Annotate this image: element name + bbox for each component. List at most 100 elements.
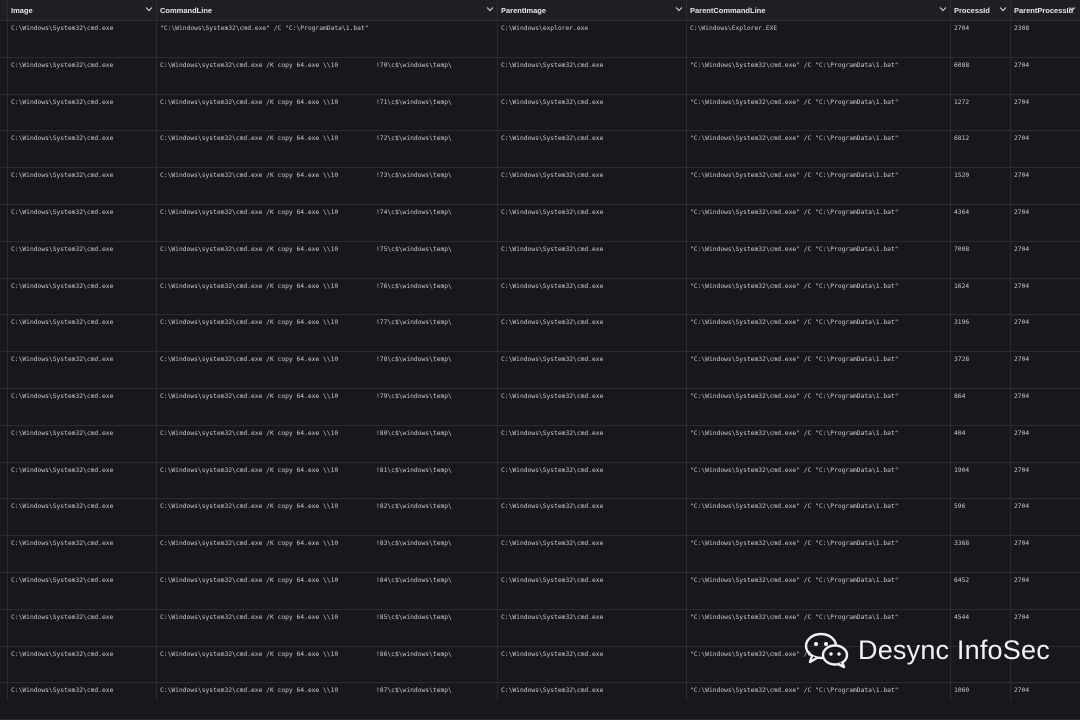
- table-row[interactable]: C:\Windows\System32\cmd.exe "C:\Windows\S…: [0, 21, 1080, 58]
- cell-processid: 6812: [954, 135, 970, 143]
- table-row[interactable]: C:\Windows\System32\cmd.exe C:\Windows\sy…: [0, 279, 1080, 316]
- column-header-label: ProcessId: [954, 5, 990, 15]
- chevron-down-icon[interactable]: [145, 5, 153, 13]
- column-divider[interactable]: [950, 0, 951, 701]
- table-header: Image CommandLine ParentImage ParentCommand…: [0, 0, 1080, 21]
- cell-processid: 6088: [954, 61, 970, 69]
- column-header-label: ParentCommandLine: [690, 5, 766, 15]
- cell-commandline: C:\Windows\system32\cmd.exe /K copy 64.e…: [160, 135, 339, 143]
- table-row[interactable]: C:\Windows\System32\cmd.exe C:\Windows\sy…: [0, 573, 1080, 610]
- cell-commandline: C:\Windows\system32\cmd.exe /K copy 64.e…: [160, 613, 339, 621]
- cell-parentprocessid: 2704: [1014, 172, 1030, 180]
- process-table: Image CommandLine ParentImage ParentCommand…: [0, 0, 1080, 720]
- cell-commandline: "C:\Windows\System32\cmd.exe" /C "C:\Pro…: [160, 25, 369, 32]
- chevron-down-icon[interactable]: [999, 5, 1007, 13]
- cell-parentprocessid: 2704: [1014, 429, 1030, 437]
- table-row[interactable]: C:\Windows\System32\cmd.exe C:\Windows\sy…: [0, 315, 1080, 353]
- cell-parentprocessid: 2704: [1014, 466, 1030, 474]
- cell-image: C:\Windows\System32\cmd.exe: [11, 429, 114, 437]
- cell-commandline: C:\Windows\system32\cmd.exe /K copy 64.e…: [160, 503, 339, 511]
- cell-image: C:\Windows\System32\cmd.exe: [11, 613, 114, 621]
- cell-image: C:\Windows\System32\cmd.exe: [11, 650, 114, 658]
- cell-commandline-target: !84\c$\windows\temp\: [376, 576, 452, 584]
- cell-commandline-target: !82\c$\windows\temp\: [376, 503, 452, 511]
- cell-commandline-target: !81\c$\windows\temp\: [376, 466, 452, 474]
- cell-parentprocessid: 2704: [1014, 687, 1030, 695]
- cell-commandline: C:\Windows\system32\cmd.exe /K copy 64.e…: [160, 282, 339, 290]
- column-header-label: CommandLine: [160, 5, 213, 15]
- column-header-processid[interactable]: ProcessId: [951, 0, 1011, 20]
- cell-commandline: C:\Windows\system32\cmd.exe /K copy 64.e…: [160, 687, 339, 695]
- cell-parentcommandline: "C:\Windows\System32\cmd.exe" /C "C:\Pro…: [690, 356, 899, 364]
- table-row[interactable]: C:\Windows\System32\cmd.exe C:\Windows\sy…: [0, 58, 1080, 95]
- cell-image: C:\Windows\System32\cmd.exe: [11, 61, 114, 69]
- cell-commandline-target: !80\c$\windows\temp\: [376, 429, 452, 437]
- cell-image: C:\Windows\System32\cmd.exe: [11, 98, 114, 106]
- table-row[interactable]: C:\Windows\System32\cmd.exe C:\Windows\sy…: [0, 426, 1080, 463]
- cell-parentcommandline: "C:\Windows\System32\cmd.exe" /C "C:\Pro…: [690, 319, 899, 327]
- cell-parentcommandline: "C:\Windows\System32\cmd.exe" /C "C:\Pro…: [690, 503, 899, 511]
- table-row[interactable]: C:\Windows\System32\cmd.exe C:\Windows\sy…: [0, 463, 1080, 500]
- cell-image: C:\Windows\System32\cmd.exe: [11, 245, 114, 253]
- column-divider[interactable]: [7, 0, 8, 701]
- cell-commandline-target: !76\c$\windows\temp\: [376, 282, 452, 290]
- table-row[interactable]: C:\Windows\System32\cmd.exe C:\Windows\sy…: [0, 131, 1080, 169]
- column-divider[interactable]: [156, 0, 157, 701]
- cell-image: C:\Windows\System32\cmd.exe: [11, 319, 114, 327]
- chevron-down-icon[interactable]: [939, 5, 947, 13]
- cell-commandline-target: !73\c$\windows\temp\: [376, 172, 452, 180]
- column-divider[interactable]: [497, 0, 498, 701]
- cell-processid: 3368: [954, 540, 970, 548]
- table-row[interactable]: C:\Windows\System32\cmd.exe C:\Windows\sy…: [0, 95, 1080, 132]
- cell-commandline: C:\Windows\system32\cmd.exe /K copy 64.e…: [160, 576, 339, 584]
- cell-parentprocessid: 2704: [1014, 245, 1030, 253]
- cell-commandline: C:\Windows\system32\cmd.exe /K copy 64.e…: [160, 429, 339, 437]
- cell-processid: 864: [954, 392, 966, 400]
- cell-parentimage: C:\Windows\System32\cmd.exe: [501, 613, 604, 621]
- cell-image: C:\Windows\System32\cmd.exe: [11, 466, 114, 474]
- cell-parentimage: C:\Windows\System32\cmd.exe: [501, 172, 604, 180]
- cell-processid: 4544: [954, 613, 970, 621]
- cell-parentimage: C:\Windows\System32\cmd.exe: [501, 466, 604, 474]
- cell-image: C:\Windows\System32\cmd.exe: [11, 208, 114, 216]
- cell-parentcommandline: "C:\Windows\System32\cmd.exe" /C "C:\Pro…: [690, 172, 899, 180]
- cell-parentprocessid: 2704: [1014, 392, 1030, 400]
- table-row[interactable]: C:\Windows\System32\cmd.exe C:\Windows\sy…: [0, 389, 1080, 426]
- table-row[interactable]: C:\Windows\System32\cmd.exe C:\Windows\sy…: [0, 499, 1080, 537]
- cell-image: C:\Windows\System32\cmd.exe: [11, 25, 114, 32]
- watermark-text: Desync InfoSec: [858, 634, 1050, 665]
- cell-image: C:\Windows\System32\cmd.exe: [11, 576, 114, 584]
- wechat-icon: [804, 632, 849, 669]
- table-row[interactable]: C:\Windows\System32\cmd.exe C:\Windows\sy…: [0, 242, 1080, 279]
- table-body: C:\Windows\System32\cmd.exe "C:\Windows\S…: [0, 21, 1080, 720]
- chevron-down-icon[interactable]: [486, 5, 494, 13]
- cell-commandline: C:\Windows\system32\cmd.exe /K copy 64.e…: [160, 61, 339, 69]
- cell-image: C:\Windows\System32\cmd.exe: [11, 282, 114, 290]
- column-header-parentimage[interactable]: ParentImage: [498, 0, 687, 20]
- column-divider[interactable]: [1010, 0, 1011, 701]
- chevron-down-icon[interactable]: [675, 5, 683, 13]
- table-row[interactable]: C:\Windows\System32\cmd.exe C:\Windows\sy…: [0, 205, 1080, 242]
- table-row[interactable]: C:\Windows\System32\cmd.exe C:\Windows\sy…: [0, 352, 1080, 389]
- column-header-commandline[interactable]: CommandLine: [157, 0, 498, 20]
- cell-commandline-target: !77\c$\windows\temp\: [376, 319, 452, 327]
- cell-processid: 1904: [954, 466, 970, 474]
- cell-parentimage: C:\Windows\System32\cmd.exe: [501, 687, 604, 695]
- column-divider[interactable]: [686, 0, 687, 701]
- column-header-image[interactable]: Image: [8, 0, 157, 20]
- cell-parentimage: C:\Windows\System32\cmd.exe: [501, 135, 604, 143]
- cell-processid: 3196: [954, 319, 970, 327]
- table-row[interactable]: C:\Windows\System32\cmd.exe C:\Windows\sy…: [0, 536, 1080, 573]
- chevron-down-icon[interactable]: [1068, 5, 1076, 13]
- cell-parentimage: C:\Windows\System32\cmd.exe: [501, 61, 604, 69]
- cell-commandline: C:\Windows\system32\cmd.exe /K copy 64.e…: [160, 540, 339, 548]
- cell-parentcommandline: "C:\Windows\System32\cmd.exe" /C "C:\Pro…: [690, 282, 899, 290]
- cell-parentprocessid: 2704: [1014, 576, 1030, 584]
- table-row[interactable]: C:\Windows\System32\cmd.exe C:\Windows\sy…: [0, 168, 1080, 205]
- cell-parentprocessid: 2704: [1014, 613, 1030, 621]
- column-header-parentprocessid[interactable]: ParentProcessId: [1011, 0, 1080, 20]
- table-row[interactable]: C:\Windows\System32\cmd.exe C:\Windows\sy…: [0, 683, 1080, 720]
- column-header-parentcommandline[interactable]: ParentCommandLine: [687, 0, 951, 20]
- cell-parentcommandline: "C:\Windows\System32\cmd.exe" /C "C:\Pro…: [690, 613, 899, 621]
- cell-parentprocessid: 2704: [1014, 503, 1030, 511]
